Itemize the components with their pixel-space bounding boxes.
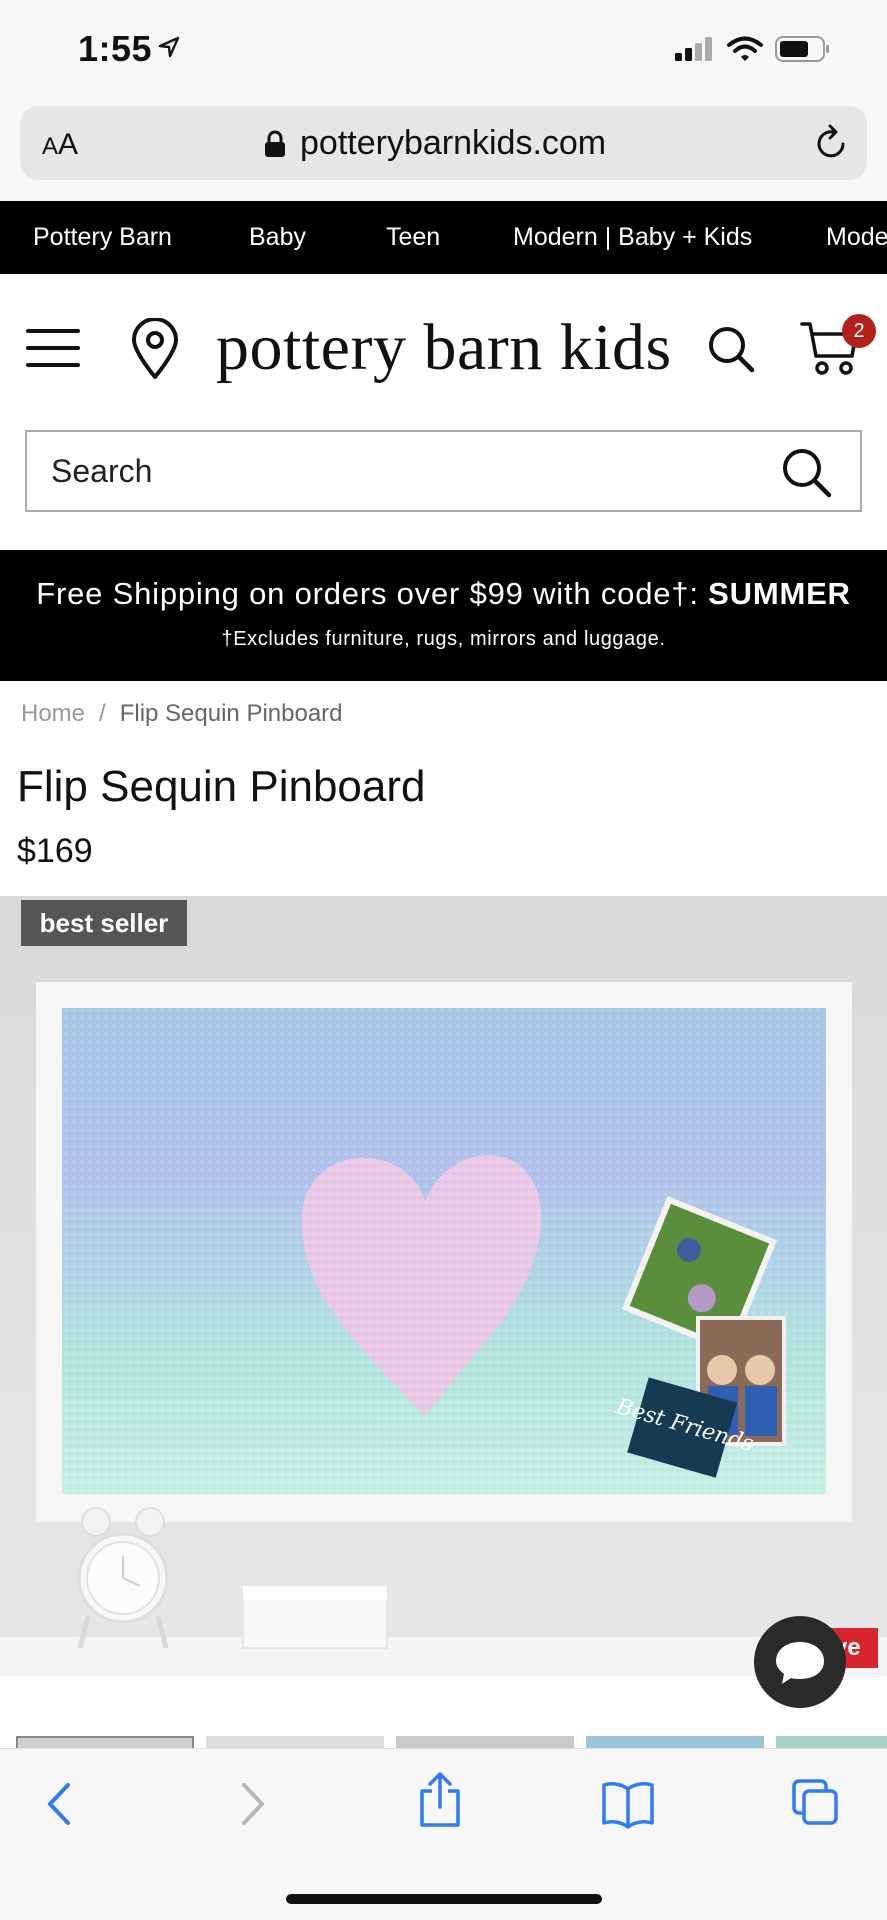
promo-headline: Free Shipping on orders over $99 with co… [36,576,851,611]
brand-nav-item-modern[interactable]: Mode [826,223,887,252]
brand-nav-item-baby[interactable]: Baby [249,223,306,252]
search-bar [25,430,862,512]
brand-nav-item-pottery-barn[interactable]: Pottery Barn [33,223,172,252]
site-header: pottery barn kids 2 [0,274,887,414]
search-icon[interactable] [706,324,756,379]
search-input[interactable] [51,448,751,494]
status-icons [675,36,831,67]
text-size-button[interactable]: AA [42,128,78,162]
promo-banner[interactable]: Free Shipping on orders over $99 with co… [0,550,887,681]
breadcrumb-home[interactable]: Home [21,700,85,727]
share-icon[interactable] [414,1771,466,1834]
battery-icon [775,36,831,67]
store-locator-icon[interactable] [130,317,180,385]
promo-disclaimer: †Excludes furniture, rugs, mirrors and l… [221,628,666,650]
home-indicator[interactable] [286,1894,602,1904]
cart-count-badge: 2 [842,314,876,348]
product-image[interactable]: Best Friends [0,896,887,1676]
breadcrumb-current: Flip Sequin Pinboard [119,700,343,727]
wifi-icon [727,36,763,67]
status-bar: 1:55 [0,0,887,100]
brand-nav-item-modern-baby-kids[interactable]: Modern | Baby + Kids [513,223,752,252]
address-bar[interactable]: AA potterybarnkids.com [20,106,867,180]
product-price: $169 [17,832,93,870]
site-logo[interactable]: pottery barn kids [216,310,672,386]
search-submit-icon[interactable] [780,446,832,503]
brand-nav-item-teen[interactable]: Teen [386,223,440,252]
status-time: 1:55 [78,28,153,69]
breadcrumb: Home / Flip Sequin Pinboard [21,700,343,728]
browser-toolbar: AA potterybarnkids.com [0,100,887,201]
brand-nav: Pottery Barn Baby Teen Modern | Baby + K… [0,201,887,274]
breadcrumb-separator: / [99,700,106,727]
tabs-icon[interactable] [790,1777,840,1832]
bookmarks-icon[interactable] [600,1779,656,1834]
signal-icon [675,37,715,66]
product-title: Flip Sequin Pinboard [17,762,426,811]
back-icon[interactable] [42,1779,78,1834]
location-arrow-icon [158,36,180,63]
menu-icon[interactable] [26,329,80,369]
forward-icon[interactable] [234,1779,270,1834]
promo-code: SUMMER [708,576,851,611]
chat-icon[interactable] [754,1616,846,1708]
lock-icon [264,130,286,163]
url-text[interactable]: potterybarnkids.com [300,124,606,163]
best-seller-badge: best seller [21,900,187,946]
reload-icon[interactable] [813,124,849,167]
